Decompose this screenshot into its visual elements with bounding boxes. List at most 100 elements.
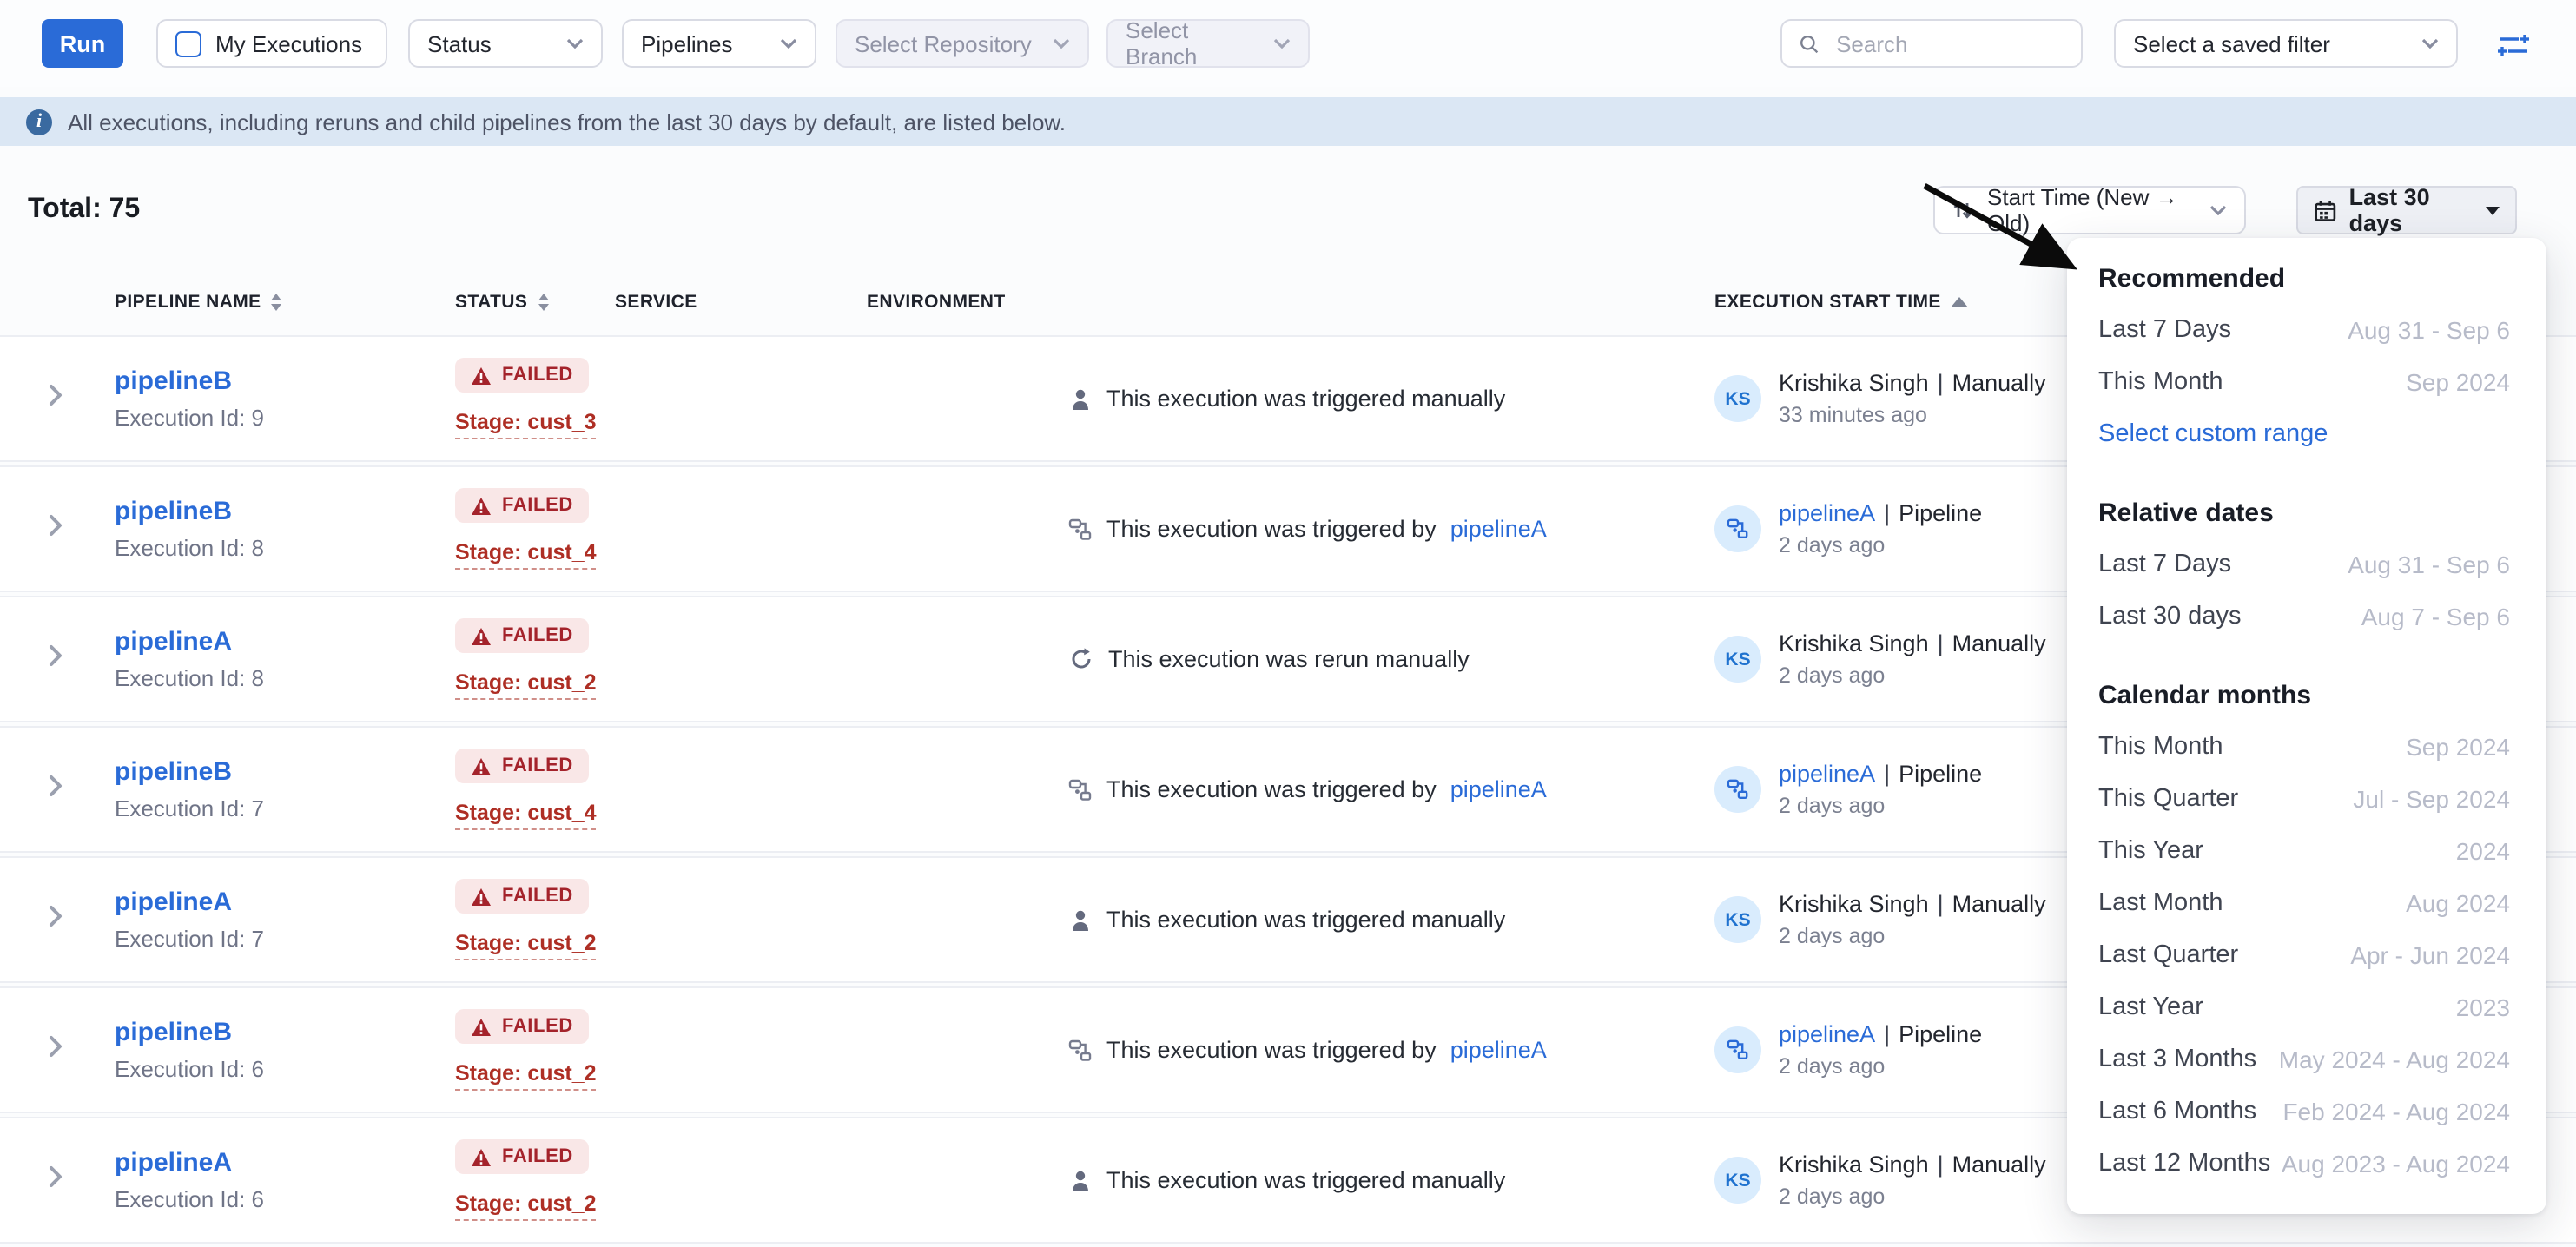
search-box[interactable] xyxy=(1780,19,2083,68)
menu-item[interactable]: Last Year 2023 xyxy=(2067,981,2546,1033)
sort-arrows-icon xyxy=(272,294,282,311)
pipeline-name-link[interactable]: pipelineB xyxy=(115,366,455,396)
status-badge: FAILED xyxy=(455,489,589,524)
trigger-info: This execution was triggered manually xyxy=(1068,907,1714,933)
menu-item[interactable]: Last 3 Months May 2024 - Aug 2024 xyxy=(2067,1033,2546,1085)
trigger-text: This execution was triggered manually xyxy=(1106,1167,1505,1193)
time-ago: 2 days ago xyxy=(1779,924,2046,948)
trigger-pipeline-link[interactable]: pipelineA xyxy=(1450,776,1547,802)
date-range-button[interactable]: Last 30 days xyxy=(2296,186,2517,234)
menu-item[interactable]: This Month Sep 2024 xyxy=(2067,356,2546,408)
col-pipeline-name[interactable]: PIPELINE NAME xyxy=(115,292,455,313)
pipeline-name-link[interactable]: pipelineA xyxy=(115,627,455,656)
filter-settings-button[interactable] xyxy=(2494,26,2533,64)
top-toolbar: Run My Executions Status Pipelines Selec… xyxy=(0,0,2576,87)
search-input[interactable] xyxy=(1833,29,2064,58)
my-executions-label: My Executions xyxy=(215,30,362,56)
triggered-by-name[interactable]: pipelineA xyxy=(1779,500,1875,526)
triggered-by-name[interactable]: Krishika Singh xyxy=(1779,1151,1929,1178)
triggered-by-name[interactable]: Krishika Singh xyxy=(1779,891,1929,917)
expand-chevron-icon[interactable] xyxy=(49,1034,63,1057)
sort-arrows-icon xyxy=(538,294,548,311)
pipeline-name-link[interactable]: pipelineB xyxy=(115,757,455,787)
pipeline-name-link[interactable]: pipelineA xyxy=(115,1148,455,1178)
expand-chevron-icon[interactable] xyxy=(49,774,63,796)
trigger-info: This execution was triggered manually xyxy=(1068,386,1714,412)
menu-item-label: Last 7 Days xyxy=(2098,316,2231,344)
time-ago: 2 days ago xyxy=(1779,533,1982,558)
menu-item-label: Last 7 Days xyxy=(2098,551,2231,578)
menu-item[interactable]: Select custom range xyxy=(2067,408,2546,460)
triggered-by: Krishika Singh|Manually xyxy=(1779,630,2046,656)
menu-item-range: Jul - Sep 2024 xyxy=(2353,785,2510,813)
my-executions-toggle[interactable]: My Executions xyxy=(156,19,387,68)
stage-link[interactable]: Stage: cust_2 xyxy=(455,931,597,960)
menu-item[interactable]: Last 12 Months Aug 2023 - Aug 2024 xyxy=(2067,1138,2546,1190)
select-repository-dropdown[interactable]: Select Repository xyxy=(836,19,1089,68)
triggered-by-name[interactable]: pipelineA xyxy=(1779,1021,1875,1047)
trigger-text: This execution was triggered by xyxy=(1106,516,1437,542)
expand-chevron-icon[interactable] xyxy=(49,904,63,927)
pipeline-name-link[interactable]: pipelineB xyxy=(115,497,455,526)
execution-id: Execution Id: 7 xyxy=(115,926,455,952)
menu-item-label: Last 3 Months xyxy=(2098,1046,2256,1073)
col-status[interactable]: STATUS xyxy=(455,292,615,313)
menu-item[interactable]: Last Month Aug 2024 xyxy=(2067,877,2546,929)
trigger-pipeline-link[interactable]: pipelineA xyxy=(1450,516,1547,542)
triggered-by-name[interactable]: Krishika Singh xyxy=(1779,630,1929,656)
menu-item[interactable]: This Month Sep 2024 xyxy=(2067,721,2546,773)
status-badge: FAILED xyxy=(455,1010,589,1045)
sort-dropdown[interactable]: Start Time (New → Old) xyxy=(1933,186,2246,234)
trigger-info: This execution was triggered by pipeline… xyxy=(1068,516,1714,542)
menu-item[interactable]: This Year 2024 xyxy=(2067,825,2546,877)
menu-item[interactable]: Last 7 Days Aug 31 - Sep 6 xyxy=(2067,304,2546,356)
executions-page: Run My Executions Status Pipelines Selec… xyxy=(0,0,2576,1244)
trigger-text: This execution was triggered by xyxy=(1106,1037,1437,1063)
menu-item[interactable]: Last 30 days Aug 7 - Sep 6 xyxy=(2067,591,2546,643)
expand-chevron-icon[interactable] xyxy=(49,643,63,666)
separator: | xyxy=(1938,630,1944,656)
select-branch-label: Select Branch xyxy=(1126,17,1259,69)
stage-link[interactable]: Stage: cust_4 xyxy=(455,540,597,570)
expand-chevron-icon[interactable] xyxy=(49,383,63,406)
pipeline-name-link[interactable]: pipelineA xyxy=(115,887,455,917)
pipelines-filter-dropdown[interactable]: Pipelines xyxy=(622,19,816,68)
chevron-down-icon xyxy=(566,38,584,49)
stage-link[interactable]: Stage: cust_2 xyxy=(455,1061,597,1091)
menu-item[interactable]: This Quarter Jul - Sep 2024 xyxy=(2067,773,2546,825)
menu-section-header: Relative dates xyxy=(2067,486,2546,538)
expand-chevron-icon[interactable] xyxy=(49,513,63,536)
menu-item[interactable]: Last 6 Months Feb 2024 - Aug 2024 xyxy=(2067,1085,2546,1138)
select-branch-dropdown[interactable]: Select Branch xyxy=(1106,19,1310,68)
trigger-type: Manually xyxy=(1952,1151,2046,1178)
stage-link[interactable]: Stage: cust_4 xyxy=(455,801,597,830)
col-environment: ENVIRONMENT xyxy=(867,292,1068,313)
pipeline-name-link[interactable]: pipelineB xyxy=(115,1018,455,1047)
sort-label: Start Time (New → Old) xyxy=(1987,184,2196,236)
triggered-by: pipelineA|Pipeline xyxy=(1779,500,1982,526)
chevron-down-icon xyxy=(1273,38,1291,49)
status-badge: FAILED xyxy=(455,880,589,914)
saved-filter-label: Select a saved filter xyxy=(2133,30,2408,56)
menu-item-range: 2023 xyxy=(2456,993,2510,1021)
triggered-by-name[interactable]: Krishika Singh xyxy=(1779,370,1929,396)
stage-link[interactable]: Stage: cust_2 xyxy=(455,1191,597,1221)
triggered-by: Krishika Singh|Manually xyxy=(1779,370,2046,396)
run-button[interactable]: Run xyxy=(42,19,123,68)
pipeline-avatar-icon xyxy=(1727,1039,1749,1061)
trigger-pipeline-link[interactable]: pipelineA xyxy=(1450,1037,1547,1063)
menu-item-range: 2024 xyxy=(2456,837,2510,865)
my-executions-checkbox[interactable] xyxy=(175,30,201,56)
stage-link[interactable]: Stage: cust_2 xyxy=(455,670,597,700)
expand-chevron-icon[interactable] xyxy=(49,1165,63,1187)
status-filter-dropdown[interactable]: Status xyxy=(408,19,603,68)
triggered-by-name[interactable]: pipelineA xyxy=(1779,761,1875,787)
rerun-icon xyxy=(1068,646,1094,672)
saved-filter-dropdown[interactable]: Select a saved filter xyxy=(2114,19,2458,68)
stage-link[interactable]: Stage: cust_3 xyxy=(455,410,597,439)
menu-item[interactable]: Last Quarter Apr - Jun 2024 xyxy=(2067,929,2546,981)
execution-id: Execution Id: 7 xyxy=(115,795,455,821)
status-badge: FAILED xyxy=(455,359,589,393)
menu-item[interactable]: Last 7 Days Aug 31 - Sep 6 xyxy=(2067,538,2546,591)
menu-item-label: Last 30 days xyxy=(2098,603,2241,630)
